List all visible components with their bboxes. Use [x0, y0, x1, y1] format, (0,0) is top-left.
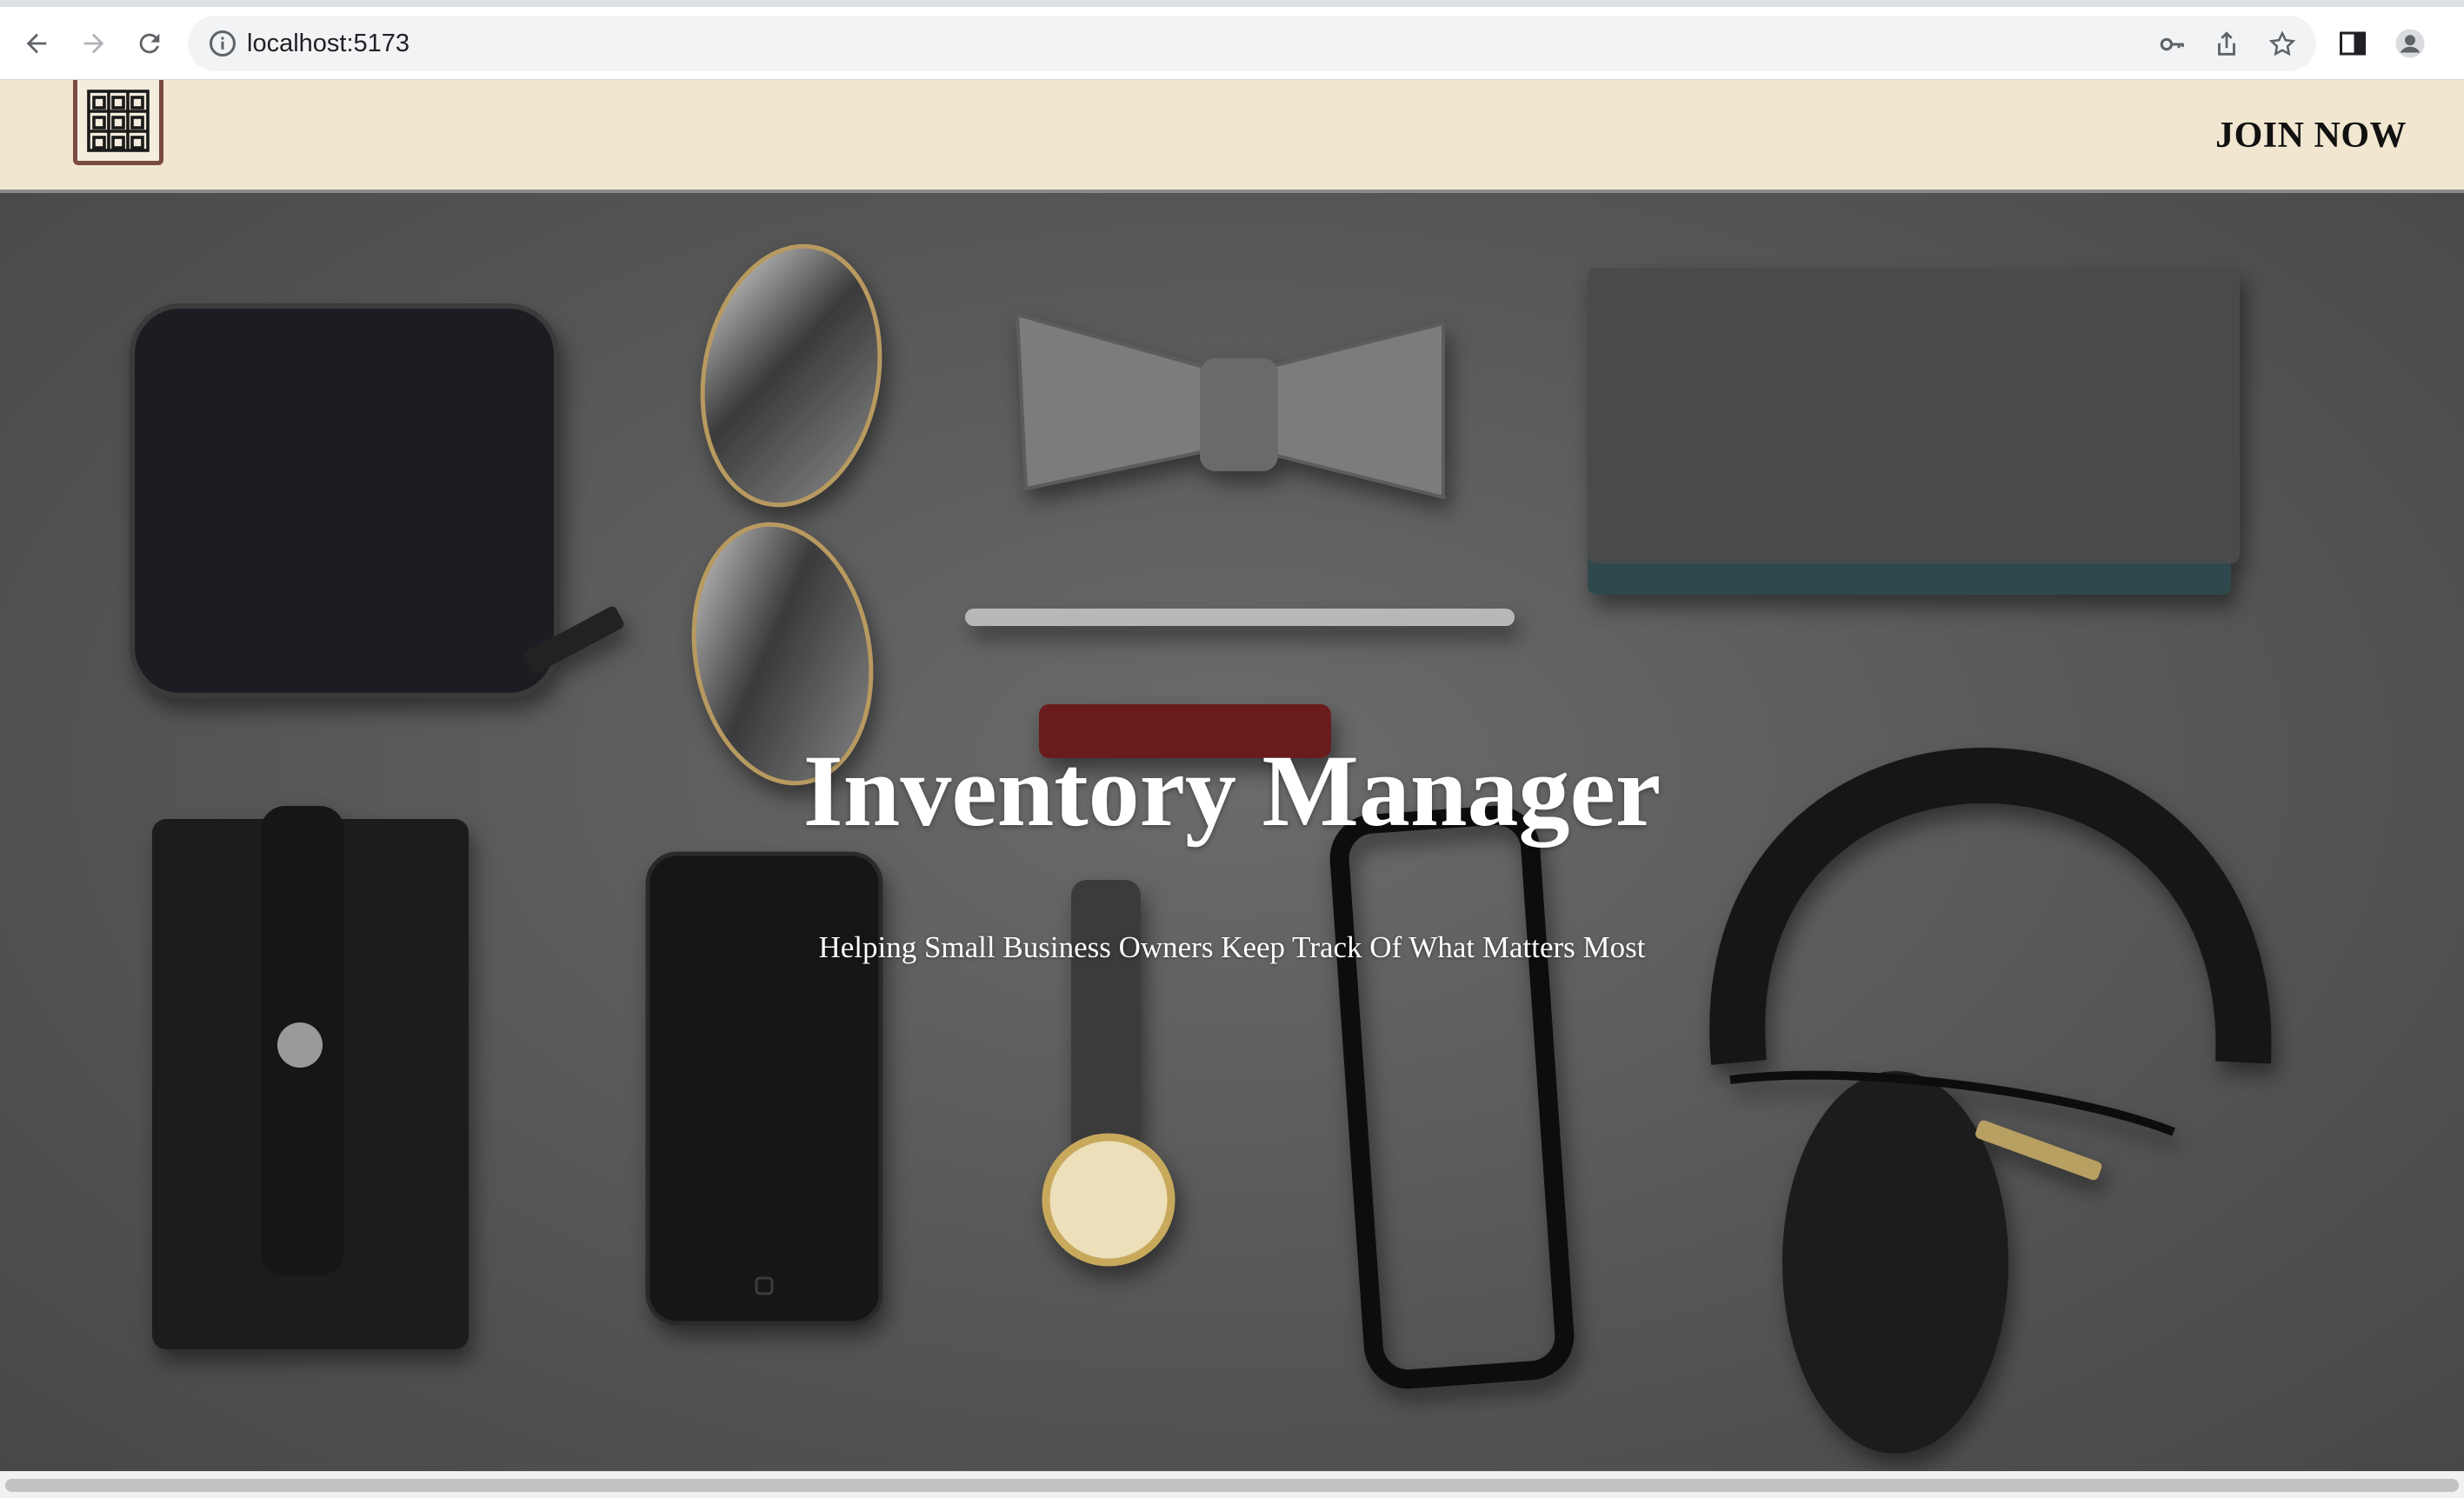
side-panel-icon	[2340, 31, 2366, 56]
password-key-button[interactable]	[2156, 28, 2189, 61]
back-arrow-icon	[26, 33, 47, 54]
horizontal-scrollbar-thumb[interactable]	[5, 1479, 2459, 1492]
forward-button[interactable]	[71, 21, 117, 66]
side-panel-button[interactable]	[2330, 21, 2375, 66]
warehouse-shelves-icon	[87, 89, 150, 152]
key-icon	[2160, 37, 2184, 51]
site-navbar: JOIN NOW	[0, 80, 2464, 193]
profile-avatar-icon	[2395, 29, 2425, 58]
join-now-button[interactable]: JOIN NOW	[2215, 115, 2407, 156]
forward-arrow-icon	[83, 33, 104, 54]
bookmark-button[interactable]	[2266, 28, 2299, 61]
share-button[interactable]	[2210, 28, 2243, 61]
horizontal-scrollbar[interactable]	[0, 1471, 2464, 1498]
url-text: localhost:5173	[247, 30, 410, 57]
tab-strip	[0, 0, 2464, 7]
reload-icon	[139, 33, 160, 54]
back-button[interactable]	[14, 21, 59, 66]
info-circle-icon[interactable]	[207, 28, 238, 59]
hero-title: Inventory Manager	[802, 734, 1662, 848]
hero-subtitle: Helping Small Business Owners Keep Track…	[818, 930, 1646, 964]
profile-button[interactable]	[2387, 21, 2433, 66]
reload-button[interactable]	[127, 21, 172, 66]
star-icon	[2268, 30, 2296, 57]
hero-section: Inventory Manager Helping Small Business…	[0, 193, 2464, 1471]
site-logo[interactable]	[73, 80, 163, 165]
browser-toolbar: localhost:5173	[0, 7, 2464, 80]
address-bar[interactable]: localhost:5173	[188, 16, 2316, 71]
share-icon	[2218, 31, 2235, 56]
